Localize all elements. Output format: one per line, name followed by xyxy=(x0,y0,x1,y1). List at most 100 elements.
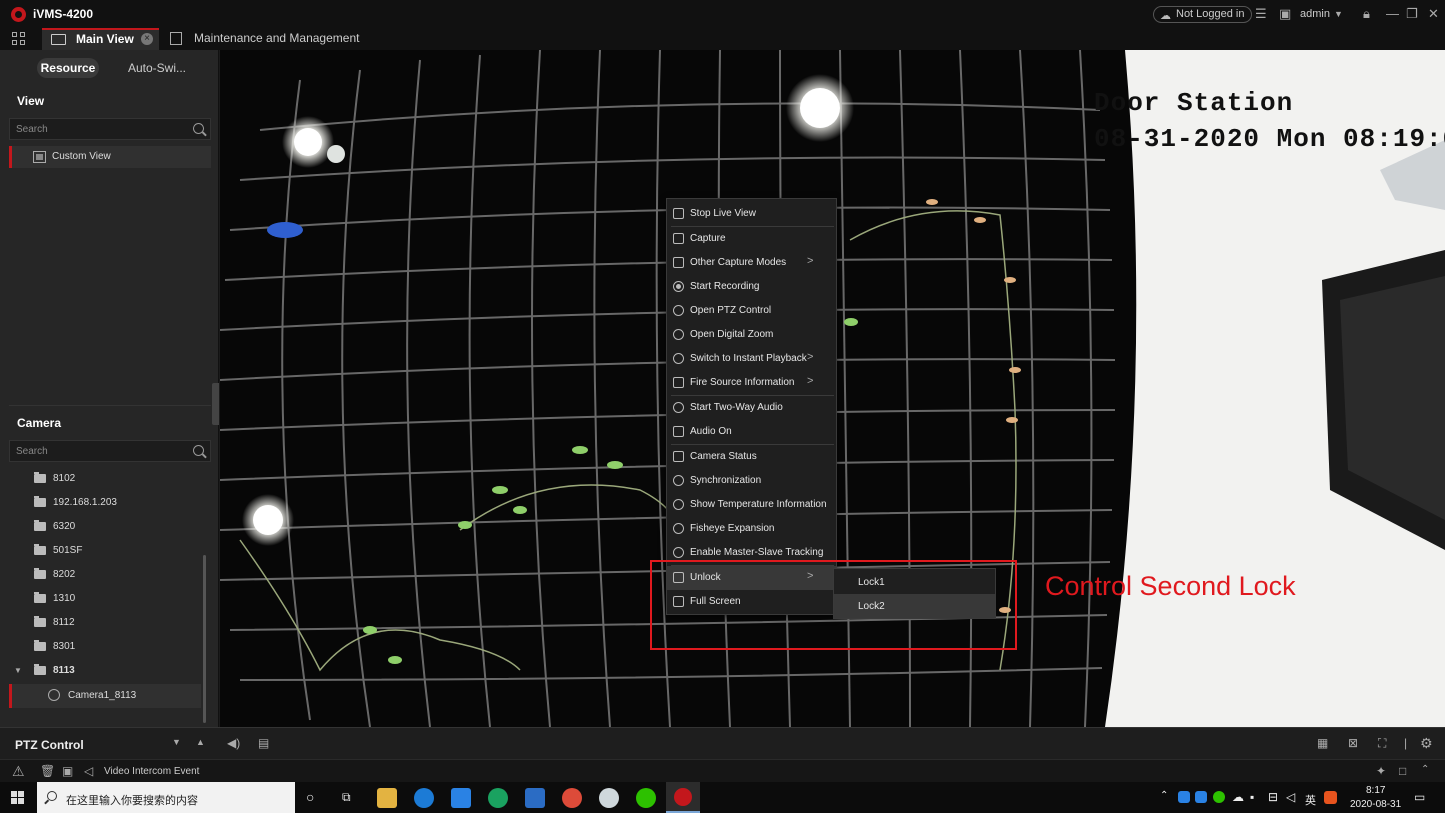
login-status-button[interactable]: ☁ Not Logged in xyxy=(1153,6,1252,23)
annotation-highlight-box xyxy=(650,560,1017,650)
cloud-icon[interactable]: ☁ xyxy=(1232,790,1244,804)
camera-icon xyxy=(673,233,684,244)
image-icon[interactable]: ▣ xyxy=(62,764,73,778)
tab-close-icon[interactable]: × xyxy=(141,33,153,45)
menu-item-camera-status[interactable]: Camera Status xyxy=(667,445,836,469)
menu-item-capture[interactable]: Capture xyxy=(667,227,836,251)
lock-icon[interactable]: 🔒︎ xyxy=(1363,6,1370,22)
menu-item-start-recording[interactable]: Start Recording xyxy=(667,275,836,299)
list-item[interactable]: 8202 xyxy=(9,563,205,587)
list-item[interactable]: 8112 xyxy=(9,611,205,635)
task-view-icon[interactable]: ⧉ xyxy=(342,790,351,805)
input-method-icon[interactable] xyxy=(1324,791,1337,804)
menu-item-open-ptz-control[interactable]: Open PTZ Control xyxy=(667,299,836,323)
list-item[interactable]: 1310 xyxy=(9,587,205,611)
menu-item-other-capture-modes[interactable]: Other Capture Modes > xyxy=(667,251,836,275)
camera-item-selected[interactable]: Camera1_8113 xyxy=(9,684,201,708)
folder-icon xyxy=(34,472,46,483)
image-icon[interactable]: ▣ xyxy=(1279,6,1291,22)
browser-icon[interactable] xyxy=(488,788,508,808)
volume-icon[interactable]: ◁ xyxy=(1286,790,1295,804)
menu-item-fire-source-information[interactable]: Fire Source Information > xyxy=(667,371,836,395)
folder-icon xyxy=(34,592,46,603)
list-item[interactable]: 8102 xyxy=(9,467,205,491)
warning-icon[interactable]: ⚠ xyxy=(12,763,25,780)
menu-item-synchronization[interactable]: Synchronization xyxy=(667,469,836,493)
search-icon[interactable] xyxy=(193,123,204,134)
tab-resource[interactable]: Resource xyxy=(37,58,99,78)
save-icon[interactable]: ▤ xyxy=(258,736,269,750)
menu-item-show-temperature-information[interactable]: Show Temperature Information xyxy=(667,493,836,517)
layout-grid-icon[interactable]: ▦ xyxy=(1317,736,1328,750)
menu-item-open-digital-zoom[interactable]: Open Digital Zoom xyxy=(667,323,836,347)
stop-icon xyxy=(673,208,684,219)
tray-app-icon[interactable] xyxy=(1178,791,1190,803)
list-item[interactable]: 501SF xyxy=(9,539,205,563)
taskbar-search[interactable]: 在这里输入你要搜索的内容 xyxy=(37,782,295,813)
expand-arrow-icon[interactable]: ▼ xyxy=(14,666,22,675)
windows-start-icon[interactable] xyxy=(11,791,24,804)
menu-item-start-two-way-audio[interactable]: Start Two-Way Audio xyxy=(667,396,836,420)
scrollbar[interactable] xyxy=(203,555,206,723)
panel-collapse-handle[interactable] xyxy=(212,383,219,425)
wechat-icon[interactable] xyxy=(636,788,656,808)
chevron-down-icon[interactable]: ▼ xyxy=(1334,9,1343,19)
word-icon[interactable] xyxy=(525,788,545,808)
app-icon[interactable] xyxy=(451,788,471,808)
wechat-tray-icon[interactable] xyxy=(1213,791,1225,803)
mute-icon[interactable]: ◁ xyxy=(84,764,93,778)
restore-icon[interactable]: ❐ xyxy=(1406,6,1418,22)
user-menu[interactable]: admin xyxy=(1300,8,1330,20)
camera-search-input[interactable] xyxy=(16,444,186,458)
cortana-icon[interactable]: ○ xyxy=(306,789,314,805)
ime-indicator[interactable]: 英 xyxy=(1305,792,1316,808)
tab-main-view[interactable]: Main View × xyxy=(42,28,159,50)
close-icon[interactable]: ✕ xyxy=(1428,6,1439,22)
menu-item-switch-to-instant-playback[interactable]: Switch to Instant Playback > xyxy=(667,347,836,371)
clock-time[interactable]: 8:17 xyxy=(1366,785,1385,796)
tray-app-icon[interactable] xyxy=(1195,791,1207,803)
list-item[interactable]: 192.168.1.203 xyxy=(9,491,205,515)
list-item[interactable]: 6320 xyxy=(9,515,205,539)
speaker-icon[interactable]: ◀︎) xyxy=(227,736,240,750)
file-explorer-icon[interactable] xyxy=(377,788,397,808)
menu-item-stop-live-view[interactable]: Stop Live View xyxy=(667,202,836,226)
ptz-control-label[interactable]: PTZ Control xyxy=(15,738,84,752)
edge-icon[interactable] xyxy=(414,788,434,808)
thermometer-icon xyxy=(673,499,684,510)
pin-icon[interactable]: ✦ xyxy=(1376,764,1386,778)
menu-item-label: Show Temperature Information xyxy=(690,499,827,510)
fullscreen-icon[interactable]: ⛶ xyxy=(1378,736,1386,751)
menu-item-audio-on[interactable]: Audio On xyxy=(667,420,836,444)
chevron-up-icon[interactable]: ⌃ xyxy=(1160,790,1168,801)
double-chevron-up-icon[interactable]: ⌃ xyxy=(1421,764,1429,775)
video-intercom-event-label[interactable]: Video Intercom Event xyxy=(104,766,199,777)
network-icon[interactable]: ⊟ xyxy=(1268,790,1278,804)
tray-icon[interactable]: ▪ xyxy=(1250,790,1254,804)
menu-item-fisheye-expansion[interactable]: Fisheye Expansion xyxy=(667,517,836,541)
list-item[interactable]: ▼ 8113 xyxy=(9,659,205,683)
chrome-icon[interactable] xyxy=(562,788,582,808)
app-icon[interactable] xyxy=(599,788,619,808)
list-item[interactable]: 8301 xyxy=(9,635,205,659)
ivms-taskbar-icon[interactable] xyxy=(666,782,700,813)
grid-menu-icon[interactable] xyxy=(12,32,26,46)
custom-view-item[interactable]: Custom View xyxy=(9,146,211,168)
minimize-icon[interactable]: — xyxy=(1386,6,1399,21)
clock-date[interactable]: 2020-08-31 xyxy=(1350,799,1401,810)
chevron-down-icon[interactable]: ▼ xyxy=(172,737,181,747)
camera-icon xyxy=(48,689,60,701)
menu-item-label: Switch to Instant Playback xyxy=(690,353,807,364)
tab-auto-switch[interactable]: Auto-Swi... xyxy=(128,61,186,75)
search-icon[interactable] xyxy=(193,445,204,456)
window-icon[interactable]: □ xyxy=(1399,764,1406,778)
chevron-up-icon[interactable]: ▲ xyxy=(196,737,205,747)
close-all-icon[interactable]: ⊠ xyxy=(1348,736,1358,750)
gear-icon[interactable]: ⚙ xyxy=(1420,735,1433,752)
notification-icon[interactable]: ▭ xyxy=(1414,790,1425,804)
view-search-input[interactable] xyxy=(16,122,186,136)
list-icon[interactable]: ☰ xyxy=(1255,6,1267,22)
list-item-label: 192.168.1.203 xyxy=(53,497,117,508)
delete-icon[interactable]: 🗑︎ xyxy=(40,764,55,778)
folder-icon xyxy=(34,544,46,555)
